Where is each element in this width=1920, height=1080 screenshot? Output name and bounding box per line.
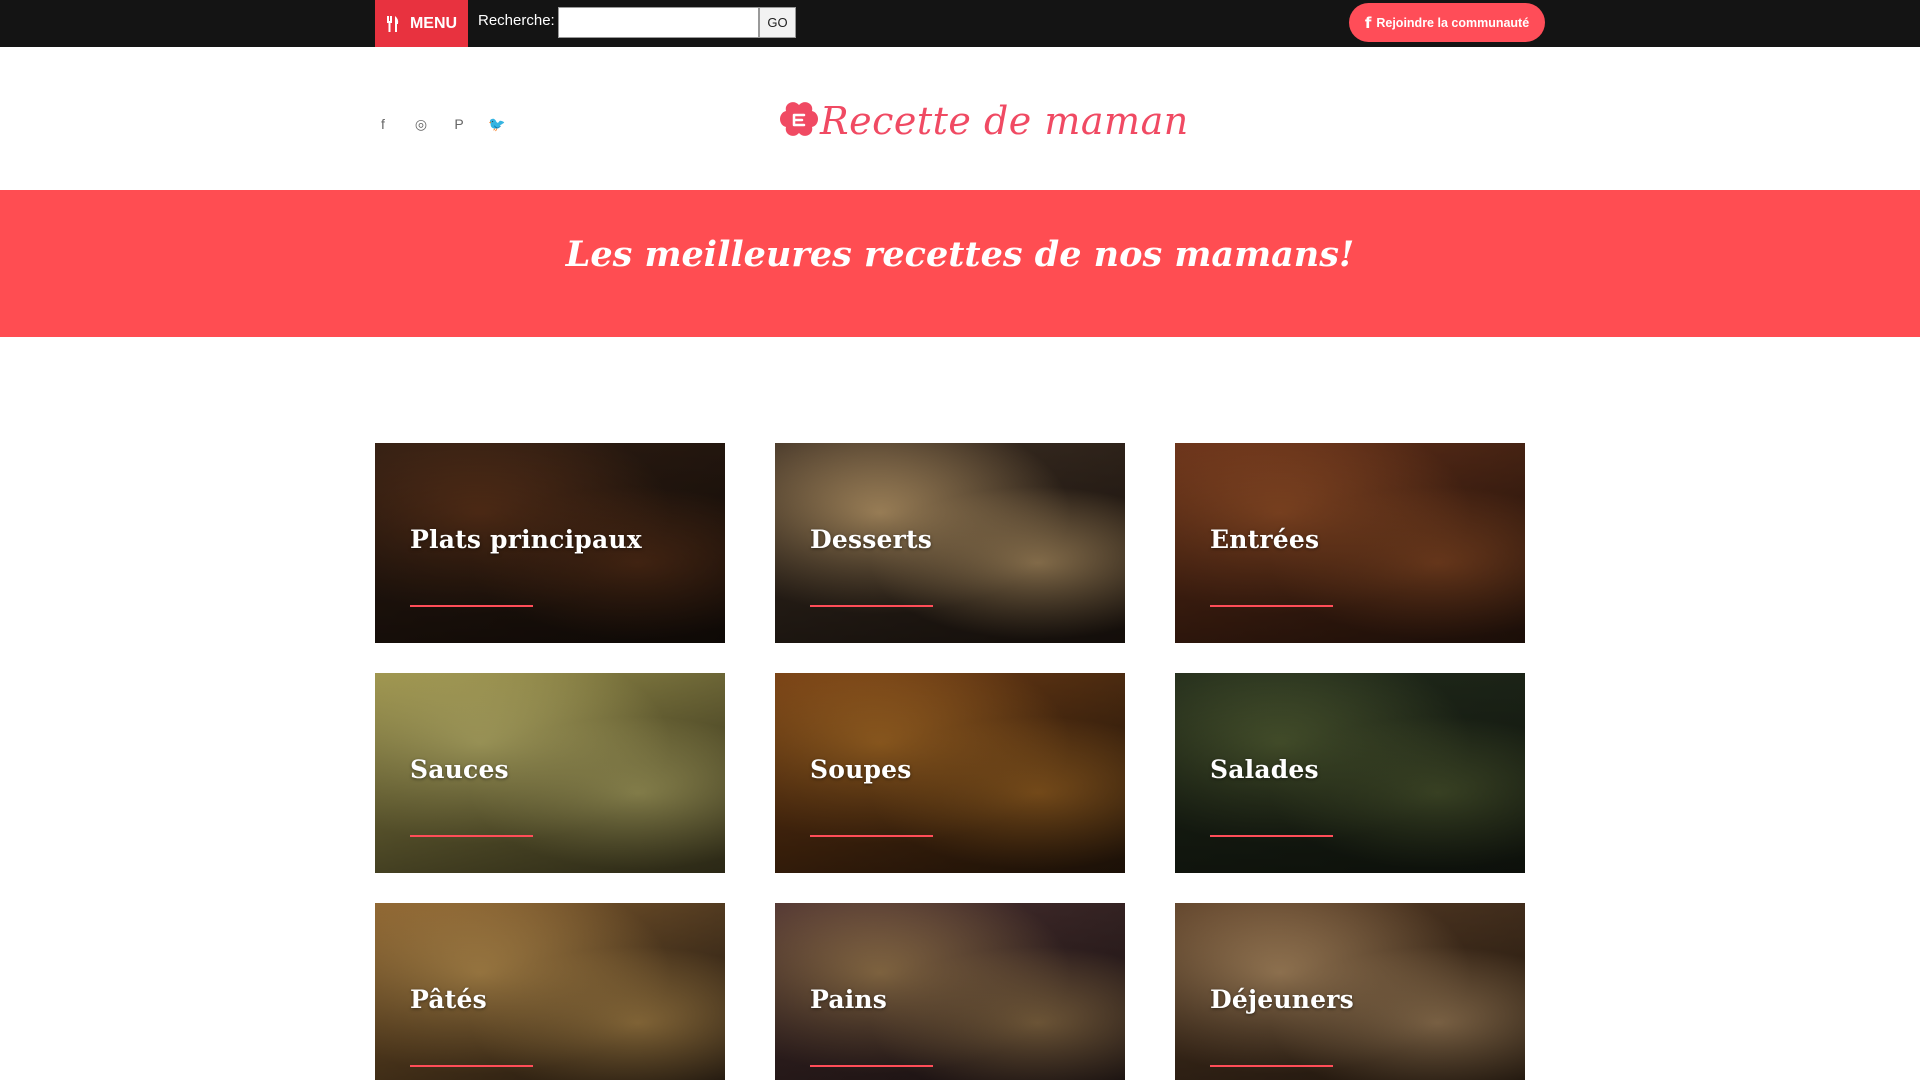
- category-title: Pâtés: [410, 985, 487, 1014]
- category-underline: [1210, 1065, 1333, 1067]
- category-title: Entrées: [1210, 525, 1320, 554]
- category-underline: [410, 835, 533, 837]
- category-underline: [410, 1065, 533, 1067]
- join-community-label: Rejoindre la communauté: [1376, 15, 1530, 30]
- category-title: Desserts: [810, 525, 933, 554]
- search-input[interactable]: [558, 7, 759, 38]
- category-card[interactable]: Soupes: [775, 673, 1125, 873]
- category-underline: [810, 1065, 933, 1067]
- tagline-banner: Les meilleures recettes de nos mamans!: [0, 190, 1920, 337]
- category-title: Déjeuners: [1210, 985, 1354, 1014]
- twitter-icon[interactable]: 🐦: [486, 113, 508, 135]
- pinterest-icon[interactable]: P: [448, 113, 470, 135]
- category-underline: [410, 605, 533, 607]
- category-grid: Plats principaux Desserts Entrées Sauces Sou…: [375, 443, 1525, 1080]
- category-card[interactable]: Déjeuners: [1175, 903, 1525, 1080]
- menu-label: MENU: [409, 14, 458, 32]
- category-card[interactable]: Salades: [1175, 673, 1525, 873]
- category-card[interactable]: Pains: [775, 903, 1125, 1080]
- category-card[interactable]: Plats principaux: [375, 443, 725, 643]
- category-underline: [810, 605, 933, 607]
- category-underline: [1210, 835, 1333, 837]
- logo-mark-icon: [780, 102, 818, 136]
- facebook-icon: f: [1364, 13, 1372, 32]
- category-card[interactable]: Desserts: [775, 443, 1125, 643]
- menu-button[interactable]: MENU: [375, 0, 468, 47]
- instagram-icon[interactable]: ◎: [410, 113, 432, 135]
- category-underline: [810, 835, 933, 837]
- category-underline: [1210, 605, 1333, 607]
- join-community-button[interactable]: f Rejoindre la communauté: [1349, 3, 1545, 42]
- category-title: Plats principaux: [410, 525, 642, 554]
- category-card[interactable]: Pâtés: [375, 903, 725, 1080]
- category-card[interactable]: Sauces: [375, 673, 725, 873]
- facebook-icon[interactable]: f: [372, 113, 394, 135]
- social-links: f ◎ P 🐦: [372, 113, 508, 135]
- category-title: Soupes: [810, 755, 912, 784]
- site-header: f ◎ P 🐦 Recette de maman: [0, 47, 1920, 190]
- search-label: Recherche:: [478, 12, 555, 29]
- utensils-icon: [386, 15, 399, 32]
- category-card[interactable]: Entrées: [1175, 443, 1525, 643]
- site-logo[interactable]: Recette de maman: [780, 99, 1189, 143]
- logo-text: Recette de maman: [820, 99, 1189, 143]
- go-button[interactable]: GO: [759, 7, 796, 38]
- category-title: Pains: [810, 985, 888, 1014]
- top-bar: MENU Recherche: GO f Rejoindre la commun…: [0, 0, 1920, 47]
- tagline: Les meilleures recettes de nos mamans!: [565, 234, 1355, 275]
- category-title: Salades: [1210, 755, 1319, 784]
- category-title: Sauces: [410, 755, 509, 784]
